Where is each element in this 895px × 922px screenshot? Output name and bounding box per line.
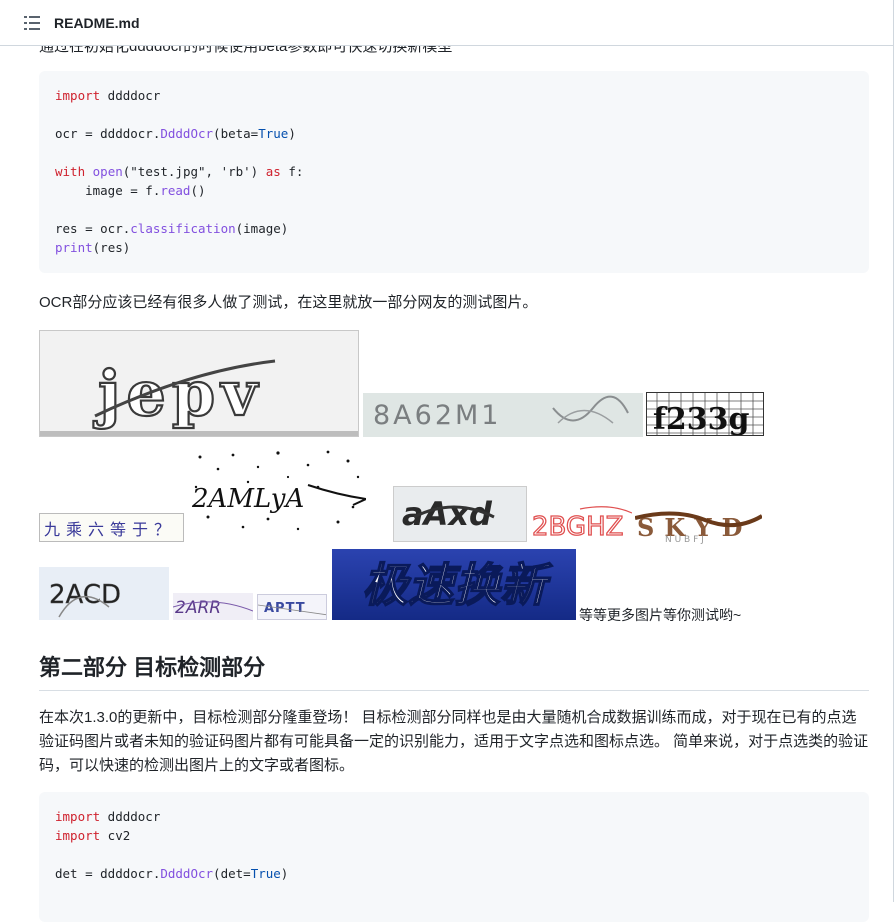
code-line: import ddddocr bbox=[55, 809, 161, 824]
code-block-beta: import ddddocr ocr = ddddocr.DdddOcr(beta… bbox=[39, 71, 869, 273]
code-line: ocr = ddddocr.DdddOcr(beta=True) bbox=[55, 126, 296, 141]
code-line: print(res) bbox=[55, 240, 131, 255]
captcha-image-2amlya: 2AMLyA bbox=[188, 447, 366, 535]
captcha-text-8a62m1: 8A62M1 bbox=[373, 400, 501, 431]
ocr-intro-text: OCR部分应该已经有很多人做了测试，在这里就放一部分网友的测试图片。 bbox=[39, 294, 538, 311]
more-images-text: 等等更多图片等你测试哟~ bbox=[579, 607, 742, 623]
captcha-text-2arr: 2ARR bbox=[175, 598, 221, 618]
captcha-text-aaxd: aAxd bbox=[402, 495, 493, 533]
code-line: res = ocr.classification(image) bbox=[55, 221, 289, 236]
captcha-image-aaxd: aAxd bbox=[393, 486, 527, 542]
captcha-image-2acd: 2ACD bbox=[39, 567, 169, 620]
captcha-image-math-cn: 九乘六等于？ bbox=[39, 513, 184, 542]
code-line: image = f.read() bbox=[55, 183, 206, 198]
code-line: import cv2 bbox=[55, 828, 131, 843]
content-border bbox=[893, 0, 894, 902]
file-name: README.md bbox=[54, 14, 140, 31]
captcha-image-2arr: 2ARR bbox=[173, 593, 253, 620]
svg-text:N U B F J: N U B F J bbox=[665, 535, 704, 544]
code-line: with open("test.jpg", 'rb') as f: bbox=[55, 164, 304, 179]
captcha-image-jepv: jepv bbox=[39, 330, 359, 437]
captcha-image-f233g: f233g bbox=[646, 392, 764, 436]
captcha-image-skyd: SKYD N U B F J bbox=[635, 506, 762, 544]
section-heading-detection: 第二部分 目标检测部分 bbox=[39, 650, 869, 691]
captcha-image-2bghz: 2BGHZ bbox=[530, 503, 632, 543]
file-header: README.md bbox=[0, 0, 893, 46]
detection-intro-text: 在本次1.3.0的更新中，目标检测部分隆重登场！ 目标检测部分同样也是由大量随机… bbox=[39, 709, 869, 774]
code-block-detection: import ddddocr import cv2 det = ddddocr.Dd… bbox=[39, 792, 869, 922]
captcha-text-2bghz: 2BGHZ bbox=[532, 512, 623, 542]
banner-image-jisu: 极速换新 bbox=[332, 549, 576, 620]
captcha-text-2amlya: 2AMLyA bbox=[191, 484, 304, 514]
captcha-text-2acd: 2ACD bbox=[49, 580, 121, 610]
captcha-text-f233g: f233g bbox=[653, 402, 750, 436]
banner-text: 极速换新 bbox=[362, 558, 553, 612]
code-line: import ddddocr bbox=[55, 88, 161, 103]
list-unordered-icon[interactable] bbox=[24, 15, 40, 30]
captcha-text-math: 九乘六等于？ bbox=[44, 520, 176, 539]
captcha-image-8a62m1: 8A62M1 bbox=[363, 393, 643, 437]
code-line: det = ddddocr.DdddOcr(det=True) bbox=[55, 866, 289, 881]
captcha-image-aptt: APTT bbox=[257, 594, 327, 620]
